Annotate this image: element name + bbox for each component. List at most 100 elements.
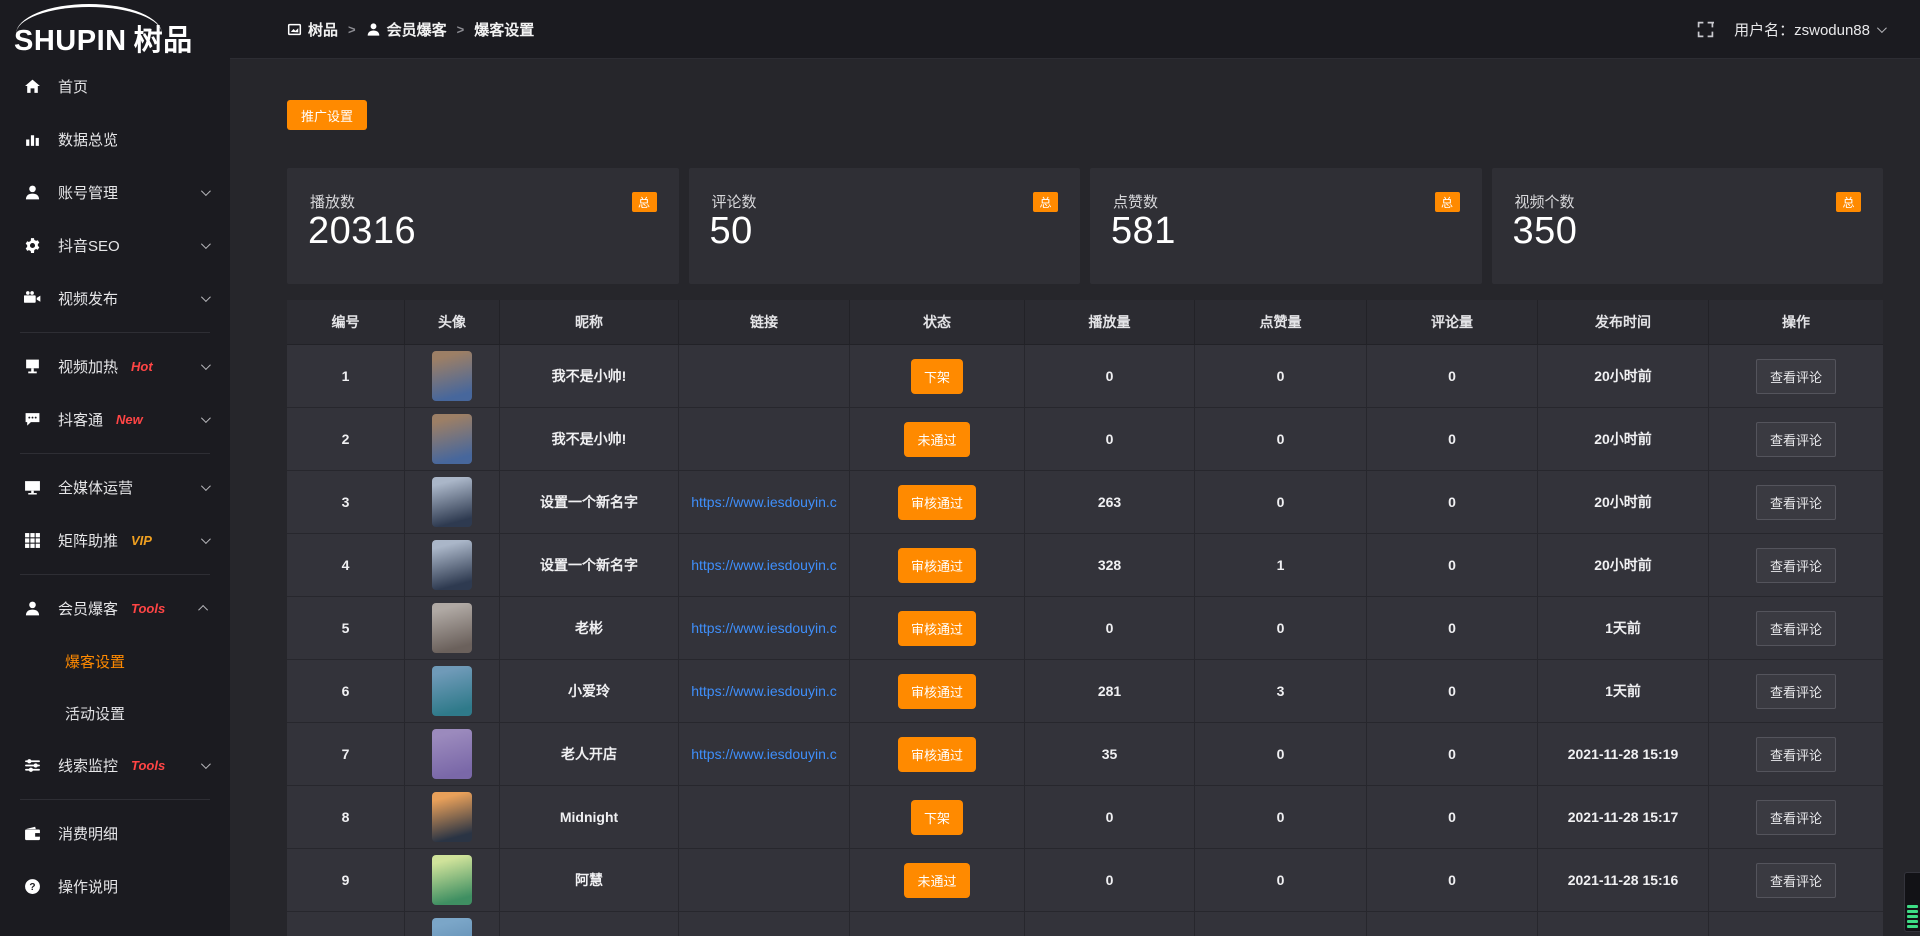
cell-plays: 328: [1025, 534, 1195, 597]
cell-avatar: [405, 597, 500, 660]
sidebar-item-label: 数据总览: [58, 129, 118, 150]
stat-card-label: 评论数: [712, 191, 757, 212]
cell-likes: [1195, 912, 1367, 936]
sidebar-item-视频发布[interactable]: 视频发布: [0, 272, 230, 325]
sidebar-item-消费明细[interactable]: 消费明细: [0, 807, 230, 860]
sliders-icon: [24, 757, 41, 774]
table-row: 1我不是小帅!下架00020小时前查看评论: [287, 345, 1883, 408]
view-comments-button[interactable]: 查看评论: [1756, 359, 1836, 394]
column-header-点赞量: 点赞量: [1195, 300, 1367, 345]
sidebar-item-线索监控[interactable]: 线索监控Tools: [0, 739, 230, 792]
cell-link: https://www.iesdouyin.c: [679, 597, 850, 660]
cell-comments: 0: [1367, 345, 1538, 408]
status-badge: 下架: [911, 800, 963, 835]
sidebar-item-视频加热[interactable]: 视频加热Hot: [0, 340, 230, 393]
promo-settings-button[interactable]: 推广设置: [287, 100, 367, 130]
cell-plays: 0: [1025, 597, 1195, 660]
sidebar-item-首页[interactable]: 首页: [0, 60, 230, 113]
sidebar-item-会员爆客[interactable]: 会员爆客Tools: [0, 582, 230, 635]
cell-status: 审核通过: [850, 723, 1025, 786]
stat-card-value: 20316: [308, 210, 416, 253]
sidebar-item-矩阵助推[interactable]: 矩阵助推VIP: [0, 514, 230, 567]
sidebar-item-全媒体运营[interactable]: 全媒体运营: [0, 461, 230, 514]
user-icon: [366, 22, 381, 37]
sidebar-item-label: 抖音SEO: [58, 235, 120, 256]
view-comments-button[interactable]: 查看评论: [1756, 548, 1836, 583]
table-row: [287, 912, 1883, 936]
sidebar-subitem-爆客设置[interactable]: 爆客设置: [0, 635, 230, 687]
chevron-down-icon: [201, 481, 211, 491]
board-icon: [287, 22, 302, 37]
cell-likes: 1: [1195, 534, 1367, 597]
status-badge: 下架: [911, 359, 963, 394]
view-comments-button[interactable]: 查看评论: [1756, 800, 1836, 835]
cell-comments: 0: [1367, 786, 1538, 849]
breadcrumb-label: 爆客设置: [474, 19, 534, 40]
cell-time: 2021-11-28 15:17: [1538, 786, 1709, 849]
sidebar-item-label: 消费明细: [58, 823, 118, 844]
sidebar-item-label: 矩阵助推: [58, 530, 118, 551]
cell-comments: 0: [1367, 471, 1538, 534]
cell-plays: 0: [1025, 345, 1195, 408]
cell-time: 20小时前: [1538, 345, 1709, 408]
cell-comments: 0: [1367, 597, 1538, 660]
breadcrumb-separator: >: [457, 22, 465, 37]
menu-divider: [20, 332, 210, 333]
cell-likes: 0: [1195, 408, 1367, 471]
sidebar-item-label: 视频发布: [58, 288, 118, 309]
profile-link[interactable]: https://www.iesdouyin.c: [691, 683, 837, 699]
user-menu[interactable]: 用户名：zswodun88: [1734, 19, 1884, 40]
profile-link[interactable]: https://www.iesdouyin.c: [691, 557, 837, 573]
monitor-bar: [1907, 905, 1918, 908]
chevron-down-icon: [201, 534, 211, 544]
cell-status: 审核通过: [850, 471, 1025, 534]
sidebar-item-抖客通[interactable]: 抖客通New: [0, 393, 230, 446]
view-comments-button[interactable]: 查看评论: [1756, 422, 1836, 457]
cell-status: 未通过: [850, 849, 1025, 912]
cell-id: 8: [287, 786, 405, 849]
sidebar-item-账号管理[interactable]: 账号管理: [0, 166, 230, 219]
avatar: [432, 666, 472, 716]
cell-nickname: 我不是小帅!: [500, 408, 679, 471]
profile-link[interactable]: https://www.iesdouyin.c: [691, 620, 837, 636]
cell-time: [1538, 912, 1709, 936]
view-comments-button[interactable]: 查看评论: [1756, 737, 1836, 772]
monitor-bar: [1907, 915, 1918, 918]
cell-time: 2021-11-28 15:16: [1538, 849, 1709, 912]
cell-nickname: 老彬: [500, 597, 679, 660]
cell-nickname: 老人开店: [500, 723, 679, 786]
heat-icon: [24, 358, 41, 375]
stat-card-点赞数: 点赞数581总: [1090, 168, 1482, 284]
sidebar-item-操作说明[interactable]: ?操作说明: [0, 860, 230, 913]
breadcrumb-item[interactable]: 树品: [287, 19, 338, 40]
fullscreen-icon[interactable]: [1697, 21, 1714, 38]
home-icon: [24, 78, 41, 95]
stat-card-total-badge: 总: [1033, 192, 1058, 212]
breadcrumb-item[interactable]: 会员爆客: [366, 19, 447, 40]
cell-time: 1天前: [1538, 597, 1709, 660]
status-badge: 审核通过: [898, 737, 976, 772]
chevron-down-icon: [201, 292, 211, 302]
status-badge: 审核通过: [898, 674, 976, 709]
profile-link[interactable]: https://www.iesdouyin.c: [691, 746, 837, 762]
stat-card-value: 350: [1513, 210, 1578, 253]
data-table: 编号头像昵称链接状态播放量点赞量评论量发布时间操作 1我不是小帅!下架00020…: [287, 300, 1883, 936]
cell-likes: 3: [1195, 660, 1367, 723]
profile-link[interactable]: https://www.iesdouyin.c: [691, 494, 837, 510]
sidebar-menu: 首页数据总览账号管理抖音SEO视频发布视频加热Hot抖客通New全媒体运营矩阵助…: [0, 60, 230, 913]
chevron-down-icon: [201, 759, 211, 769]
view-comments-button[interactable]: 查看评论: [1756, 485, 1836, 520]
sidebar-item-抖音SEO[interactable]: 抖音SEO: [0, 219, 230, 272]
avatar: [432, 477, 472, 527]
view-comments-button[interactable]: 查看评论: [1756, 611, 1836, 646]
sidebar-item-数据总览[interactable]: 数据总览: [0, 113, 230, 166]
cell-id: 6: [287, 660, 405, 723]
view-comments-button[interactable]: 查看评论: [1756, 863, 1836, 898]
svg-text:?: ?: [29, 882, 35, 893]
avatar: [432, 414, 472, 464]
view-comments-button[interactable]: 查看评论: [1756, 674, 1836, 709]
user-icon: [24, 600, 41, 617]
cell-action: 查看评论: [1709, 849, 1883, 912]
sidebar-subitem-活动设置[interactable]: 活动设置: [0, 687, 230, 739]
app-logo[interactable]: SHUPIN 树品: [0, 0, 230, 60]
